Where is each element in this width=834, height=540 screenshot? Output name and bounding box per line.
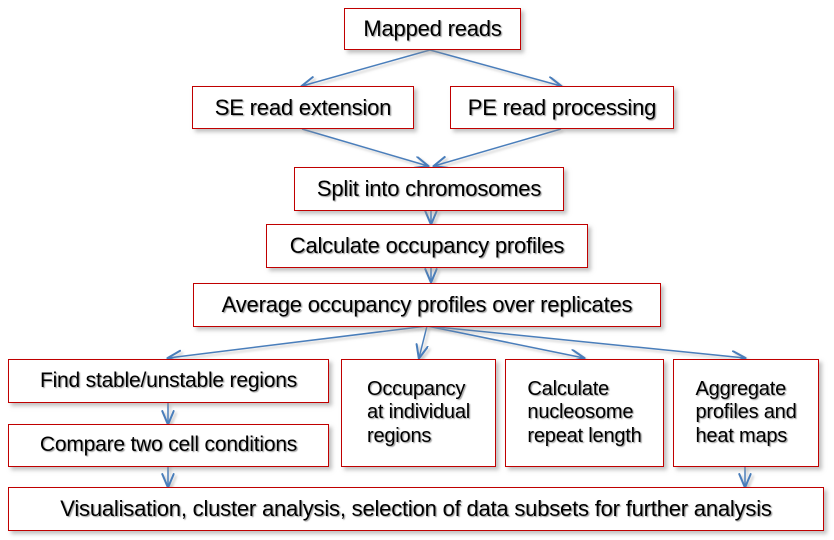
node-mapped-reads[interactable]: Mapped reads [344, 8, 521, 50]
node-se-read-extension[interactable]: SE read extension [192, 86, 414, 129]
node-calculate-occupancy-profiles-label: Calculate occupancy profiles [289, 233, 565, 259]
edge-average-to-occupancy [419, 325, 427, 358]
edge-mapped-to-se [302, 49, 431, 86]
node-occupancy-at-individual-regions[interactable]: Occupancy at individual regions [341, 359, 496, 467]
node-pe-read-processing[interactable]: PE read processing [450, 86, 674, 129]
flowchart-canvas: Mapped reads SE read extension PE read p… [0, 0, 834, 540]
node-aggregate-profiles-and-heat-maps[interactable]: Aggregate profiles and heat maps [673, 359, 819, 467]
edge-average-to-find [168, 325, 428, 358]
node-visualisation-cluster-analysis[interactable]: Visualisation, cluster analysis, selecti… [8, 487, 824, 531]
node-split-into-chromosomes[interactable]: Split into chromosomes [294, 167, 564, 211]
node-find-stable-unstable-regions[interactable]: Find stable/unstable regions [8, 359, 329, 403]
node-split-into-chromosomes-label: Split into chromosomes [316, 176, 542, 202]
node-visualisation-cluster-analysis-label: Visualisation, cluster analysis, selecti… [60, 496, 772, 522]
node-average-occupancy-profiles-label: Average occupancy profiles over replicat… [221, 292, 633, 318]
node-occupancy-at-individual-regions-label: Occupancy at individual regions [366, 377, 471, 447]
node-calculate-nucleosome-repeat-length[interactable]: Calculate nucleosome repeat length [505, 359, 664, 467]
edge-mapped-to-pe [429, 49, 561, 86]
node-pe-read-processing-label: PE read processing [467, 94, 657, 120]
node-compare-two-cell-conditions-label: Compare two cell conditions [39, 433, 298, 457]
node-average-occupancy-profiles[interactable]: Average occupancy profiles over replicat… [193, 283, 661, 327]
edge-average-to-nucleosome [426, 325, 584, 358]
node-aggregate-profiles-and-heat-maps-label: Aggregate profiles and heat maps [695, 377, 797, 447]
node-calculate-occupancy-profiles[interactable]: Calculate occupancy profiles [266, 224, 588, 268]
node-se-read-extension-label: SE read extension [214, 94, 392, 120]
node-find-stable-unstable-regions-label: Find stable/unstable regions [39, 368, 298, 392]
node-mapped-reads-label: Mapped reads [363, 16, 502, 42]
node-calculate-nucleosome-repeat-length-label: Calculate nucleosome repeat length [527, 377, 642, 447]
edge-se-to-split [301, 128, 428, 166]
edge-pe-to-split [434, 128, 562, 166]
node-compare-two-cell-conditions[interactable]: Compare two cell conditions [8, 424, 329, 467]
edge-average-to-aggregate [426, 325, 745, 358]
